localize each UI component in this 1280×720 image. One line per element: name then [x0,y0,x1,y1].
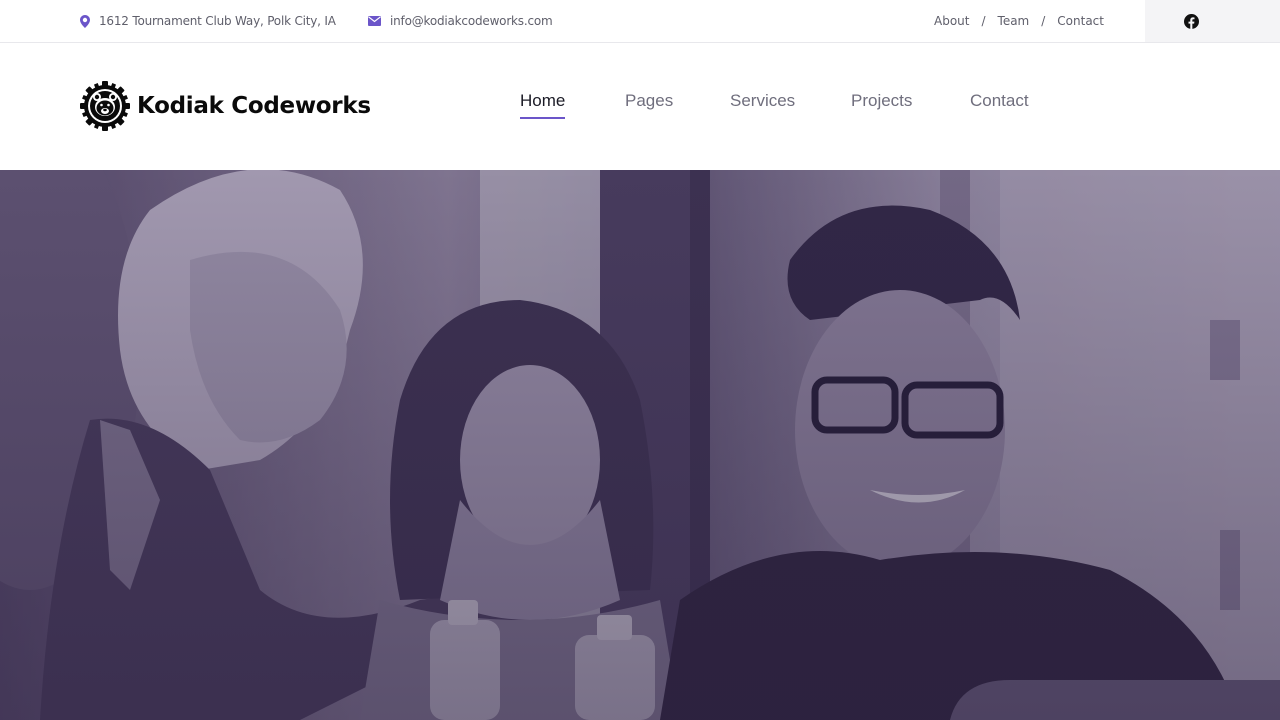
envelope-icon [368,16,381,26]
map-pin-icon [80,14,90,28]
brand-name: Kodiak Codeworks [137,93,371,119]
hero-photo-illustration [0,170,1280,720]
brand-logo[interactable]: Kodiak Codeworks [80,81,371,131]
active-indicator [520,117,566,119]
email-info[interactable]: info@kodiakcodeworks.com [368,0,553,42]
address-info: 1612 Tournament Club Way, Polk City, IA [80,0,336,42]
nav-item-label: Home [520,91,566,110]
separator: / [1041,14,1046,28]
social-links [1145,0,1280,42]
nav-item-label: Services [730,91,796,110]
nav-item-services[interactable]: Services [730,91,795,111]
address-text: 1612 Tournament Club Way, Polk City, IA [99,14,336,28]
bear-gear-logo-icon [80,81,130,131]
top-links: About / Team / Contact [934,0,1104,42]
site-header: Kodiak Codeworks Home Pages Services Pro… [0,43,1280,170]
nav-item-projects[interactable]: Projects [851,91,912,111]
nav-item-home[interactable]: Home [520,91,566,119]
nav-item-label: Pages [625,91,674,110]
separator: / [981,14,986,28]
top-bar: 1612 Tournament Club Way, Polk City, IA … [0,0,1280,43]
top-link-contact[interactable]: Contact [1057,14,1104,28]
facebook-icon[interactable] [1184,13,1199,29]
top-link-team[interactable]: Team [998,14,1030,28]
nav-item-pages[interactable]: Pages [625,91,673,111]
email-text[interactable]: info@kodiakcodeworks.com [390,14,553,28]
top-link-about[interactable]: About [934,14,969,28]
nav-item-contact[interactable]: Contact [970,91,1029,111]
nav-item-label: Contact [970,91,1029,110]
nav-item-label: Projects [851,91,913,110]
hero-image [0,170,1280,720]
